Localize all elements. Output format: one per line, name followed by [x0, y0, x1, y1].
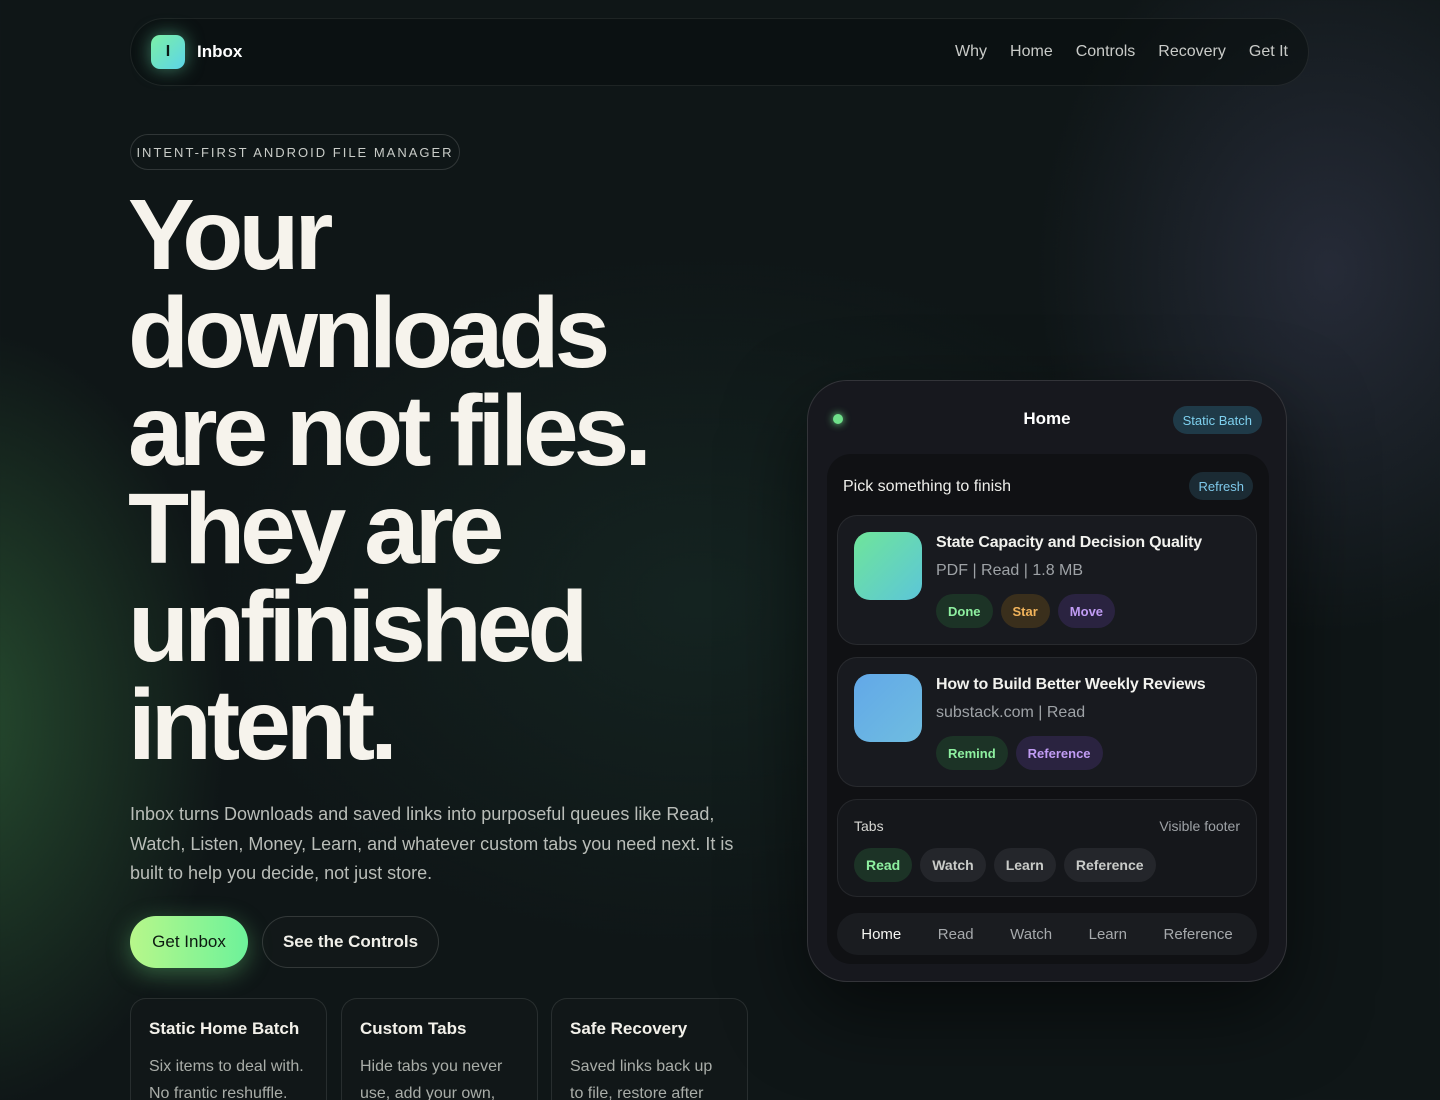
top-nav: I Inbox Why Home Controls Recovery Get I…	[130, 18, 1309, 86]
bottom-nav-home[interactable]: Home	[861, 926, 901, 943]
bottom-nav: Home Read Watch Learn Reference	[837, 913, 1257, 955]
item-actions: Done Star Move	[936, 594, 1116, 628]
pdf-thumbnail-icon	[854, 532, 922, 600]
hero-headline: Your downloads are not files. They are u…	[128, 179, 768, 781]
feature-title: Safe Recovery	[570, 1019, 688, 1038]
headline-line: are not files.	[128, 375, 652, 487]
feature-card-safe-recovery: Safe Recovery Saved links back up to fil…	[551, 998, 748, 1100]
link-thumbnail-icon	[854, 674, 922, 742]
item-title: State Capacity and Decision Quality	[936, 534, 1202, 551]
item-meta: PDF | Read | 1.8 MB	[936, 562, 1084, 579]
feature-description: Hide tabs you never use, add your own,	[360, 1058, 503, 1100]
get-inbox-button[interactable]: Get Inbox	[130, 916, 248, 968]
tab-watch[interactable]: Watch	[920, 848, 986, 882]
refresh-button[interactable]: Refresh	[1189, 472, 1253, 500]
feature-description: Saved links back up to file, restore aft…	[570, 1058, 713, 1100]
feature-card-custom-tabs: Custom Tabs Hide tabs you never use, add…	[341, 998, 538, 1100]
item-title: How to Build Better Weekly Reviews	[936, 676, 1206, 693]
remind-button[interactable]: Remind	[936, 736, 1008, 770]
nav-links: Why Home Controls Recovery Get It	[955, 43, 1288, 61]
move-button[interactable]: Move	[1057, 594, 1116, 628]
bottom-nav-read[interactable]: Read	[938, 926, 974, 943]
bottom-nav-learn[interactable]: Learn	[1089, 926, 1127, 943]
item-meta: substack.com | Read	[936, 704, 1086, 721]
list-item[interactable]: State Capacity and Decision Quality PDF …	[837, 515, 1257, 645]
headline-line: They are	[128, 473, 504, 585]
headline-line: Your	[128, 179, 333, 291]
item-actions: Remind Reference	[936, 736, 1103, 770]
tab-read[interactable]: Read	[854, 848, 913, 882]
tabs-row: Read Watch Learn Reference	[854, 848, 1156, 882]
bottom-nav-watch[interactable]: Watch	[1010, 926, 1052, 943]
phone-mockup: Home Static Batch Pick something to fini…	[807, 380, 1287, 982]
headline-line: downloads	[128, 277, 610, 389]
hero-description: Inbox turns Downloads and saved links in…	[130, 804, 734, 883]
hero-eyebrow: INTENT-FIRST ANDROID FILE MANAGER	[130, 134, 460, 170]
star-button[interactable]: Star	[1000, 594, 1050, 628]
nav-link-get-it[interactable]: Get It	[1249, 43, 1288, 61]
brand[interactable]: I Inbox	[151, 35, 242, 69]
visible-footer-label: Visible footer	[1159, 818, 1240, 834]
feature-title: Static Home Batch	[149, 1019, 300, 1038]
done-button[interactable]: Done	[936, 594, 993, 628]
nav-link-home[interactable]: Home	[1010, 43, 1053, 61]
list-item[interactable]: How to Build Better Weekly Reviews subst…	[837, 657, 1257, 787]
home-panel: Pick something to finish Refresh State C…	[827, 454, 1269, 964]
feature-description: Six items to deal with. No frantic reshu…	[149, 1058, 304, 1100]
bottom-nav-reference[interactable]: Reference	[1164, 926, 1233, 943]
feature-title: Custom Tabs	[360, 1019, 467, 1038]
tabs-label: Tabs	[854, 818, 884, 834]
nav-link-controls[interactable]: Controls	[1076, 43, 1136, 61]
headline-line: unfinished	[128, 571, 589, 683]
nav-link-recovery[interactable]: Recovery	[1158, 43, 1226, 61]
reference-button[interactable]: Reference	[1015, 736, 1103, 770]
see-controls-button[interactable]: See the Controls	[262, 916, 439, 968]
panel-heading: Pick something to finish	[843, 478, 1012, 495]
brand-name: Inbox	[197, 42, 243, 61]
brand-logo-icon: I	[151, 35, 185, 69]
tab-reference[interactable]: Reference	[1063, 848, 1156, 882]
feature-card-static-home-batch: Static Home Batch Six items to deal with…	[130, 998, 327, 1100]
headline-line: intent.	[128, 669, 398, 781]
tab-learn[interactable]: Learn	[993, 848, 1056, 882]
nav-link-why[interactable]: Why	[955, 43, 987, 61]
tabs-card: Tabs Visible footer Read Watch Learn Ref…	[837, 799, 1257, 897]
static-batch-badge: Static Batch	[1172, 406, 1262, 434]
